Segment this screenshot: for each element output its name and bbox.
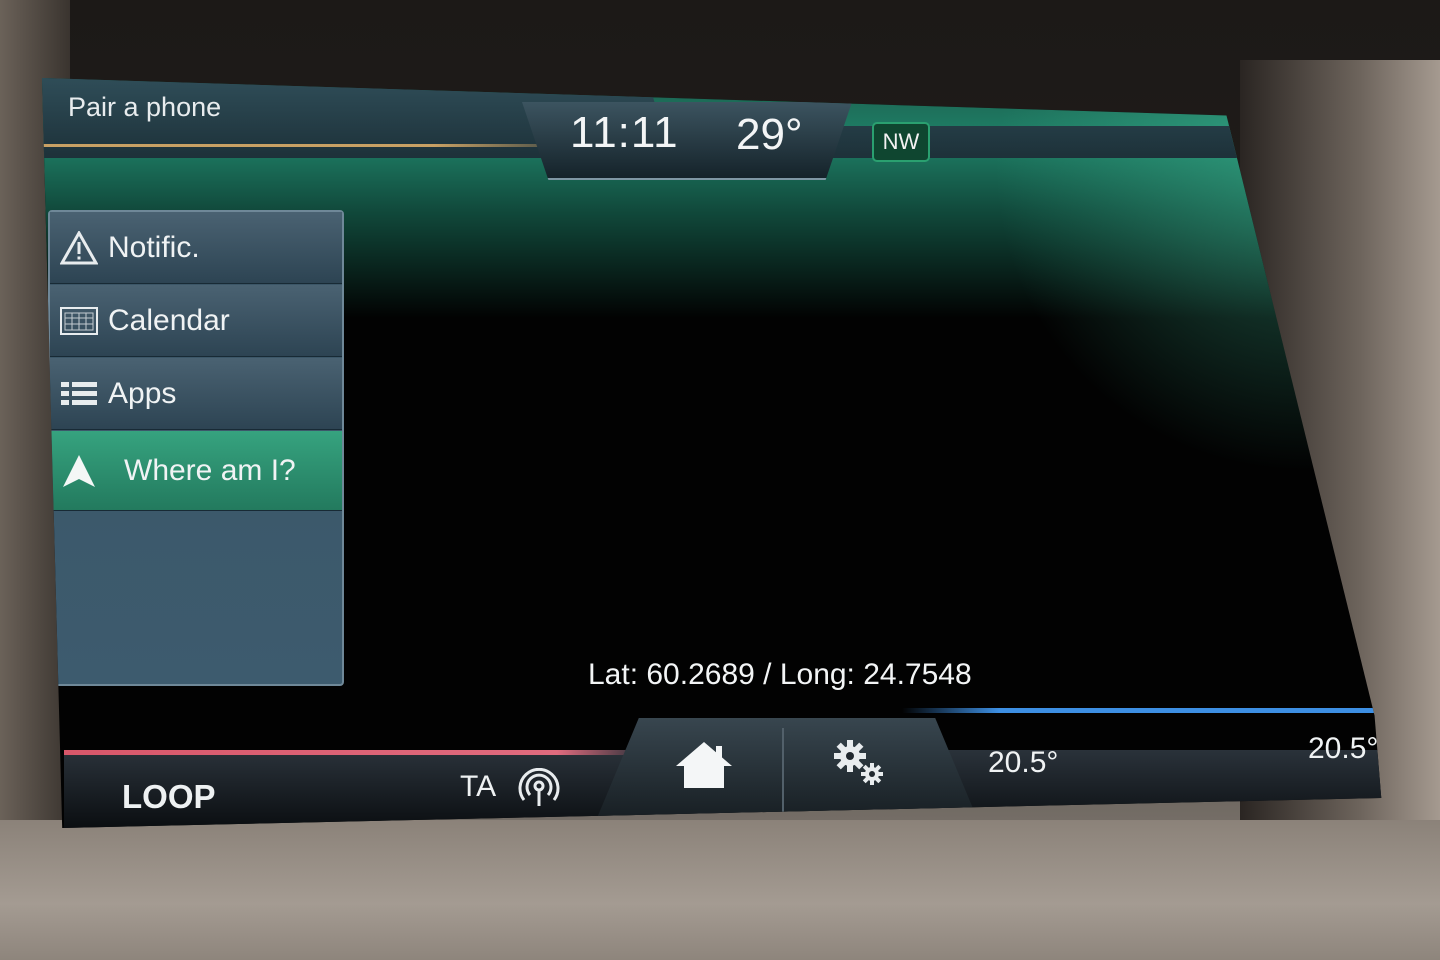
sidebar-item-label: Calendar (108, 303, 230, 337)
sidebar-item-label: Apps (108, 376, 177, 410)
infotainment-screen: Pair a phone 11:11 29° NW Notific. Calen… (42, 78, 1382, 828)
passenger-temperature[interactable]: 20.5° (1308, 732, 1378, 766)
driver-temperature[interactable]: 20.5° (988, 746, 1058, 780)
compass-heading: NW (872, 122, 930, 162)
clock-time: 11:11 (570, 108, 679, 157)
bezel-bottom-edge (0, 820, 1440, 960)
audio-zone-line (64, 750, 644, 755)
settings-button[interactable] (832, 738, 888, 788)
outside-temperature: 29° (736, 110, 803, 159)
gear-icon (834, 740, 883, 785)
phone-zone-line (42, 144, 602, 147)
traffic-announcement-label[interactable]: TA (460, 770, 496, 804)
home-button[interactable] (674, 740, 734, 790)
audio-source-label[interactable]: LOOP (122, 778, 216, 816)
gps-coordinates: Lat: 60.2689 / Long: 24.7548 (588, 658, 972, 691)
warning-icon (50, 230, 108, 265)
sidebar-item-apps[interactable]: Apps (50, 358, 342, 430)
apps-grid-icon (50, 379, 108, 409)
climate-zone-line (902, 708, 1382, 713)
pair-phone-label[interactable]: Pair a phone (68, 92, 221, 123)
sidebar-item-where-am-i[interactable]: Where am I? (50, 431, 342, 511)
home-icon (676, 742, 732, 788)
info-sidebar-menu: Notific. Calendar Apps Where am I? (48, 210, 344, 686)
sidebar-item-label: Where am I? (124, 453, 296, 487)
navigation-arrow-icon (50, 451, 108, 491)
sidebar-item-notifications[interactable]: Notific. (50, 212, 342, 284)
broadcast-icon[interactable] (518, 767, 560, 813)
sidebar-item-label: Notific. (108, 230, 200, 264)
sidebar-item-calendar[interactable]: Calendar (50, 285, 342, 357)
calendar-icon (50, 306, 108, 336)
